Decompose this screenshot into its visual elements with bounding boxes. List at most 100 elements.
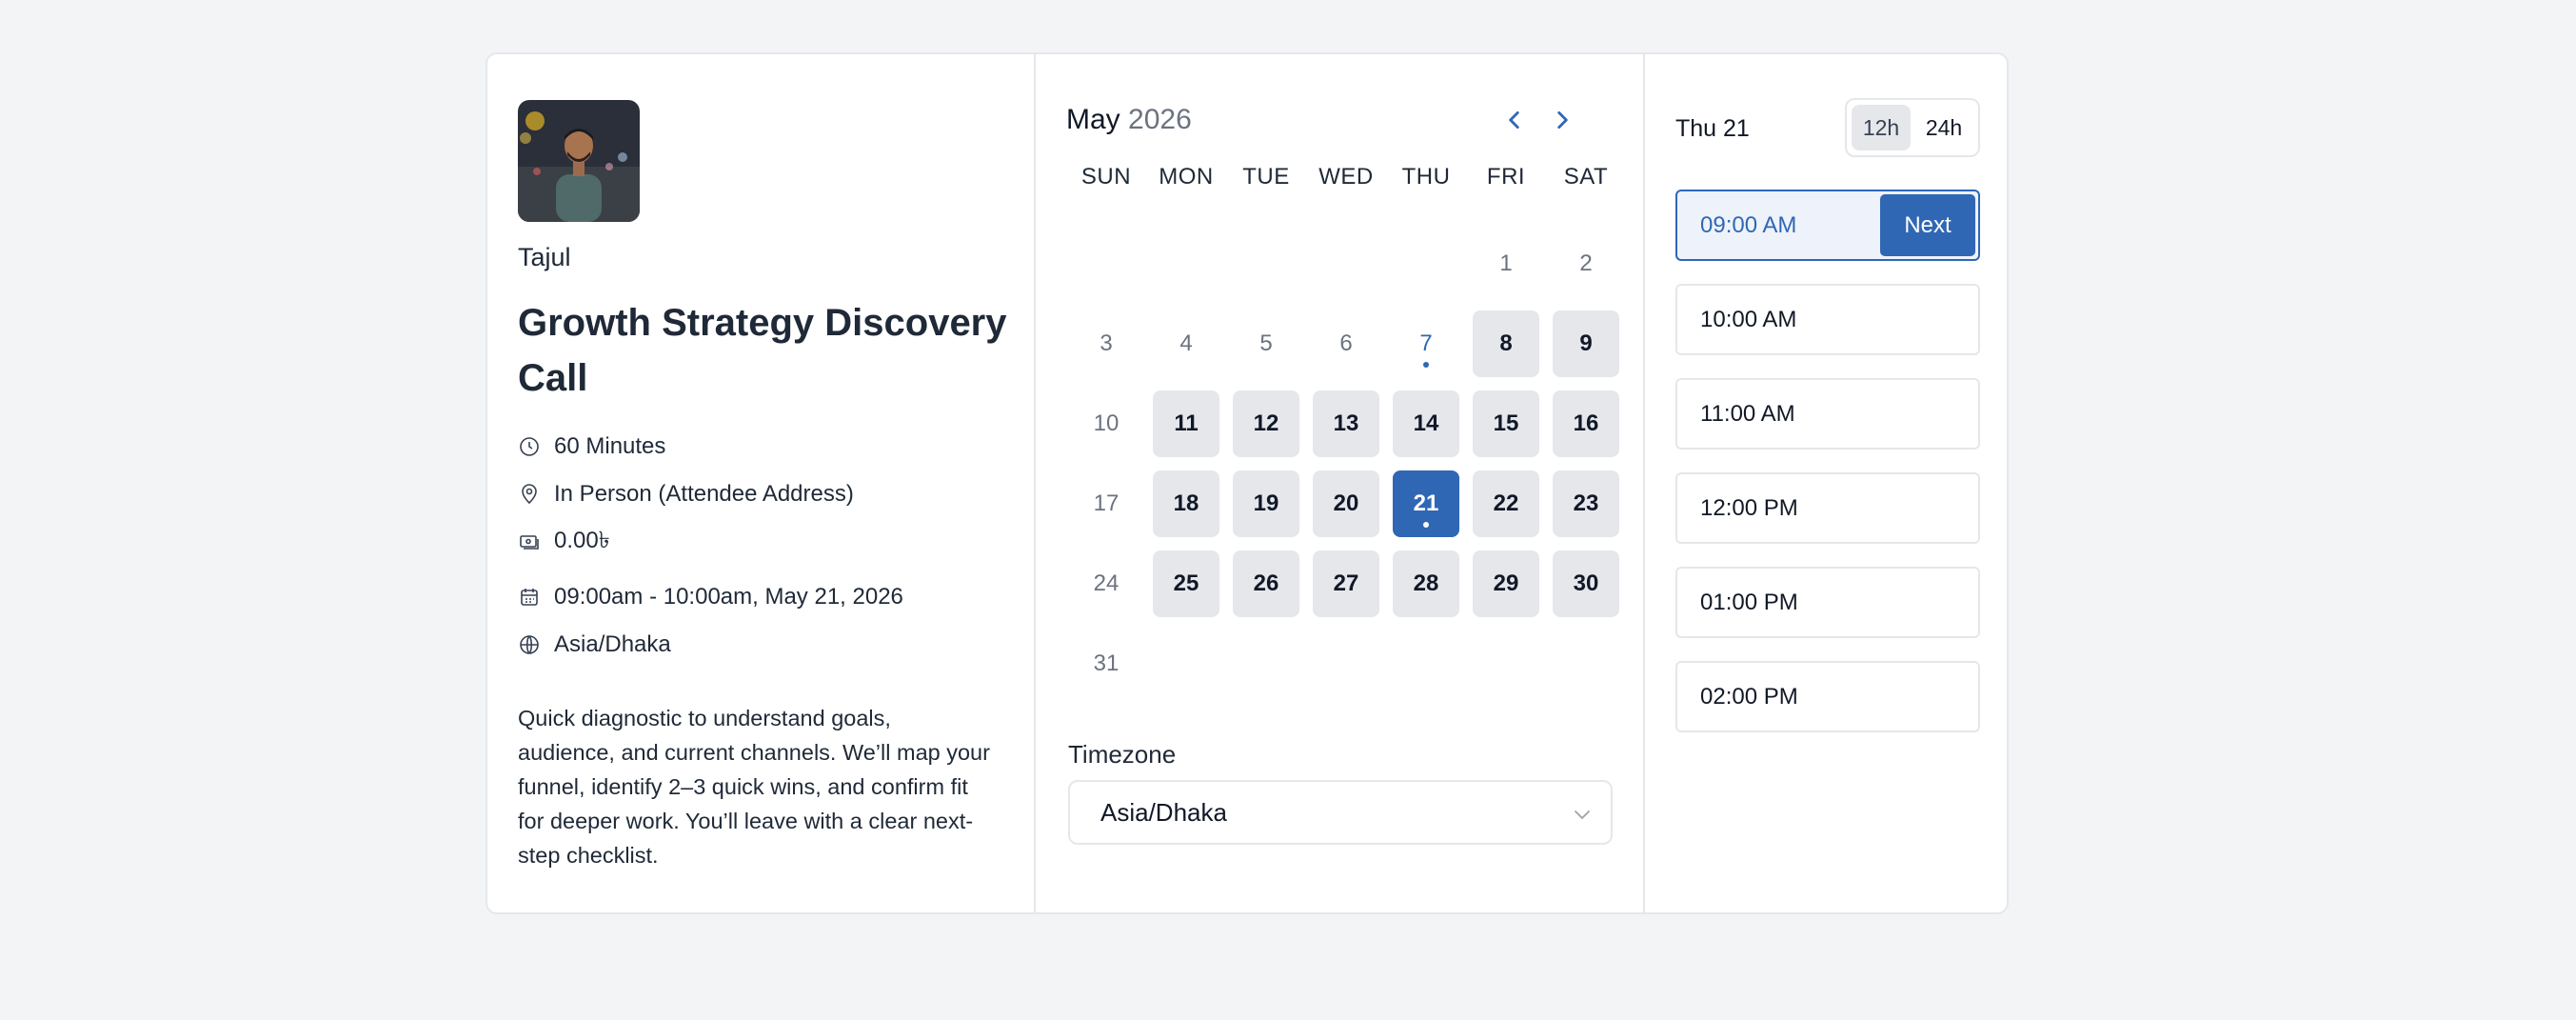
day-number: 27 (1333, 570, 1359, 596)
day-cell: 4 (1146, 304, 1226, 384)
weekday-label: WED (1318, 164, 1374, 190)
duration-row: 60 Minutes (518, 423, 1003, 470)
day-number: 8 (1499, 330, 1513, 356)
day-cell: 15 (1466, 384, 1546, 464)
time-slot[interactable]: 10:00 AM (1675, 284, 1980, 355)
day-22[interactable]: 22 (1473, 470, 1539, 537)
calendar-icon (518, 586, 541, 609)
day-13[interactable]: 13 (1313, 390, 1379, 457)
timezone-row: Asia/Dhaka (518, 621, 1003, 669)
day-15[interactable]: 15 (1473, 390, 1539, 457)
day-number: 25 (1173, 570, 1199, 596)
day-21[interactable]: 21 (1393, 470, 1459, 537)
day-cell: 30 (1546, 544, 1626, 624)
day-cell: 9 (1546, 304, 1626, 384)
day-number: 13 (1333, 410, 1359, 436)
event-title: Growth Strategy Discovery Call (518, 302, 1007, 399)
day-cell: 19 (1226, 464, 1306, 544)
weekday-label: TUE (1242, 164, 1290, 190)
day-cell: 6 (1306, 304, 1386, 384)
day-26[interactable]: 26 (1233, 550, 1299, 617)
day-6: 6 (1313, 310, 1379, 377)
day-cell: 7 (1386, 304, 1466, 384)
timezone-select[interactable]: Asia/Dhaka (1068, 780, 1613, 845)
day-28[interactable]: 28 (1393, 550, 1459, 617)
day-11[interactable]: 11 (1153, 390, 1219, 457)
chevron-right-icon (1557, 111, 1568, 129)
day-19[interactable]: 19 (1233, 470, 1299, 537)
day-cell: 26 (1226, 544, 1306, 624)
price-row: 0.00৳ (518, 518, 1003, 566)
time-slot-label: 10:00 AM (1700, 306, 1797, 332)
location-text: In Person (Attendee Address) (554, 481, 854, 507)
next-button[interactable]: Next (1880, 194, 1975, 256)
day-27[interactable]: 27 (1313, 550, 1379, 617)
day-number: 16 (1573, 410, 1599, 436)
time-slot[interactable]: 12:00 PM (1675, 472, 1980, 544)
day-14[interactable]: 14 (1393, 390, 1459, 457)
time-slot-label: 01:00 PM (1700, 589, 1798, 615)
day-cell: 22 (1466, 464, 1546, 544)
day-20[interactable]: 20 (1313, 470, 1379, 537)
day-number: 26 (1253, 570, 1279, 596)
format-12h-button[interactable]: 12h (1852, 105, 1911, 150)
calendar-day-grid: 1 2 3 4 5 6 7 8 9 10 11 12 13 14 15 16 17 18 19 20 21 22 23 24 2… (1066, 224, 1626, 704)
weekday-label: MON (1159, 164, 1214, 190)
day-9[interactable]: 9 (1553, 310, 1619, 377)
chevron-left-icon (1509, 111, 1519, 129)
day-cell: 27 (1306, 544, 1386, 624)
empty-day-cell (1146, 224, 1226, 304)
day-8[interactable]: 8 (1473, 310, 1539, 377)
time-slot[interactable]: 02:00 PM (1675, 661, 1980, 732)
time-slots-panel: Thu 21 12h 24h 09:00 AM Next 10:00 AM 11:00… (1645, 54, 2007, 912)
day-number: 1 (1499, 250, 1513, 276)
time-slot-label: 02:00 PM (1700, 683, 1798, 710)
previous-month-button[interactable] (1498, 104, 1531, 136)
weekday-label: SUN (1080, 164, 1132, 190)
cash-icon (518, 530, 541, 553)
day-cell: 10 (1066, 384, 1146, 464)
calendar-panel: May 2026 SUN MON TUE WED THU FRI SAT 123… (1036, 54, 1645, 912)
day-12[interactable]: 12 (1233, 390, 1299, 457)
clock-icon (518, 435, 541, 458)
selected-date-label: Thu 21 (1675, 115, 1750, 142)
day-cell: 18 (1146, 464, 1226, 544)
time-format-toggle: 12h 24h (1845, 98, 1980, 157)
day-number: 28 (1413, 570, 1439, 596)
time-slot-label: 11:00 AM (1700, 400, 1795, 427)
datetime-text: 09:00am - 10:00am, May 21, 2026 (554, 584, 903, 610)
time-slot-list: 09:00 AM Next 10:00 AM 11:00 AM 12:00 PM 01:0… (1675, 190, 1980, 755)
day-23[interactable]: 23 (1553, 470, 1619, 537)
day-10: 10 (1073, 390, 1139, 457)
day-cell: 20 (1306, 464, 1386, 544)
day-cell: 8 (1466, 304, 1546, 384)
day-number: 31 (1093, 650, 1120, 676)
format-24h-button[interactable]: 24h (1914, 105, 1973, 150)
day-18[interactable]: 18 (1153, 470, 1219, 537)
day-5: 5 (1233, 310, 1299, 377)
map-pin-icon (518, 483, 541, 506)
calendar-year: 2026 (1128, 104, 1192, 135)
host-name: Tajul (518, 243, 571, 271)
day-cell: 24 (1066, 544, 1146, 624)
day-cell: 1 (1466, 224, 1546, 304)
time-slot[interactable]: 11:00 AM (1675, 378, 1980, 450)
day-1: 1 (1473, 230, 1539, 297)
day-25[interactable]: 25 (1153, 550, 1219, 617)
day-30[interactable]: 30 (1553, 550, 1619, 617)
day-29[interactable]: 29 (1473, 550, 1539, 617)
day-number: 11 (1174, 410, 1199, 436)
booking-card: Tajul Growth Strategy Discovery Call 60 … (485, 52, 2009, 914)
day-number: 7 (1419, 330, 1433, 356)
next-month-button[interactable] (1546, 104, 1578, 136)
day-cell: 5 (1226, 304, 1306, 384)
timezone-text: Asia/Dhaka (554, 631, 671, 657)
time-slot[interactable]: 09:00 AM Next (1675, 190, 1980, 261)
day-31: 31 (1073, 630, 1139, 697)
day-cell: 31 (1066, 624, 1146, 704)
day-number: 29 (1493, 570, 1519, 596)
day-indicator-dot (1423, 362, 1429, 368)
day-number: 24 (1093, 570, 1120, 596)
time-slot[interactable]: 01:00 PM (1675, 567, 1980, 638)
day-16[interactable]: 16 (1553, 390, 1619, 457)
